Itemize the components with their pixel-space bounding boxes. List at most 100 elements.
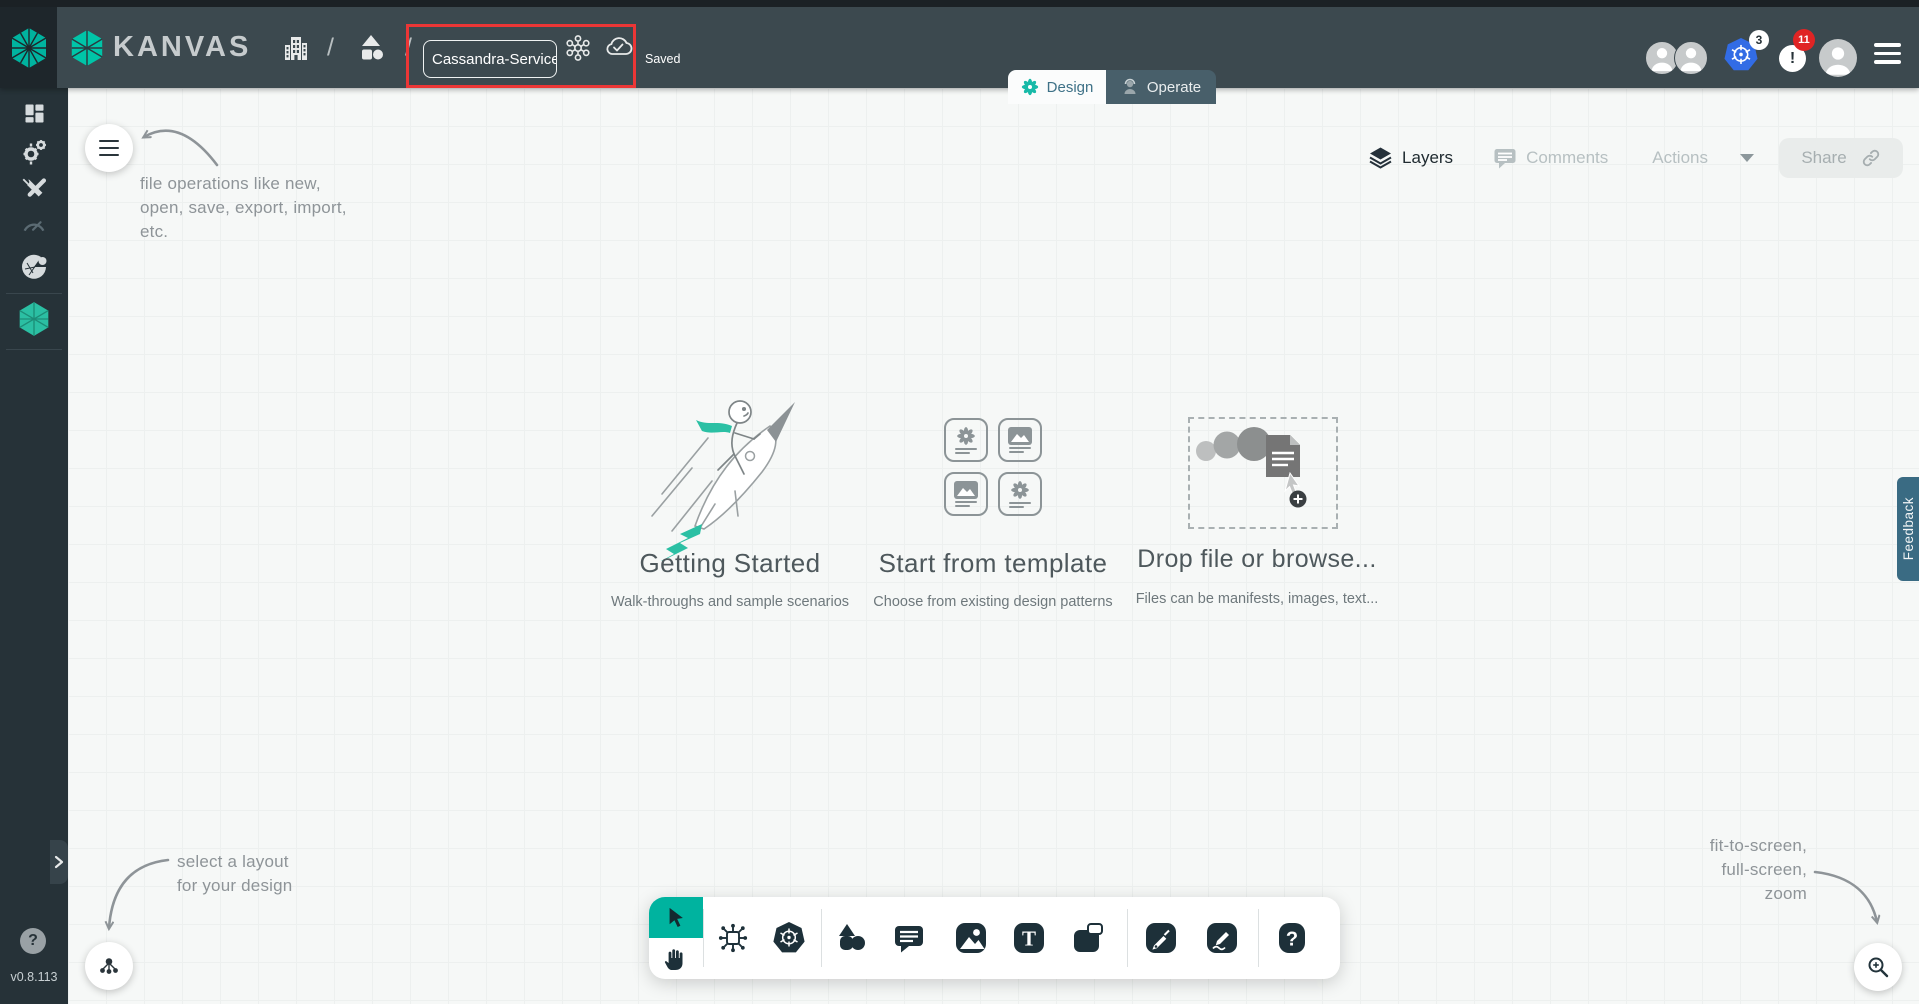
- annotation-zoom-controls: fit-to-screen, full-screen, zoom: [1709, 836, 1807, 903]
- pen-icon: [1146, 923, 1176, 953]
- component-tool[interactable]: [716, 921, 750, 955]
- drop-file-zone[interactable]: [1188, 417, 1338, 529]
- template-spiral-icon: [1011, 480, 1029, 499]
- zoom-fab[interactable]: [1854, 943, 1902, 991]
- comments-button[interactable]: Comments: [1493, 146, 1608, 170]
- link-icon: [1862, 149, 1879, 167]
- image-icon: [956, 923, 986, 953]
- shapes-icon: [839, 924, 865, 950]
- sidebar-item-lifecycle[interactable]: [0, 137, 68, 167]
- kanvas-hexagon-icon: [71, 29, 103, 66]
- image-tool[interactable]: [954, 921, 988, 955]
- layout-fab[interactable]: [85, 942, 133, 990]
- drop-file-icon: [1196, 427, 1307, 508]
- pan-tool[interactable]: [649, 938, 703, 979]
- kubernetes-context-button[interactable]: 3: [1723, 30, 1769, 77]
- saved-status: Saved: [645, 52, 681, 66]
- design-name-input[interactable]: [423, 40, 557, 78]
- comment-tool[interactable]: [892, 921, 926, 955]
- svg-text:?: ?: [1286, 929, 1298, 951]
- sidebar-item-extensions[interactable]: [0, 252, 68, 282]
- design-toolbar: T ?: [649, 897, 1340, 979]
- layers-button[interactable]: Layers: [1368, 146, 1453, 170]
- text-icon: T: [1014, 923, 1044, 953]
- workspace-icon[interactable]: [356, 33, 386, 63]
- sidebar-item-performance[interactable]: [0, 212, 68, 240]
- canvas-header-controls: Layers Comments Actions Share: [1368, 135, 1903, 181]
- comment-icon: [895, 926, 923, 953]
- text-tool[interactable]: T: [1012, 921, 1046, 955]
- comments-icon: [1494, 149, 1516, 169]
- meshery-hexagon-icon: [11, 27, 46, 68]
- header-menu-button[interactable]: [1874, 43, 1901, 64]
- drop-file-title[interactable]: Drop file or browse...: [1097, 545, 1417, 574]
- template-thumb-design-2: [998, 472, 1042, 516]
- arrow-to-menu-fab: [144, 129, 219, 167]
- left-sidebar: ? v0.8.113: [0, 88, 68, 1004]
- design-canvas[interactable]: file operations like new, open, save, ex…: [68, 88, 1919, 1004]
- freehand-tool[interactable]: [1205, 921, 1239, 955]
- feedback-label: Feedback: [1900, 497, 1916, 561]
- organization-icon[interactable]: [281, 33, 311, 63]
- chevron-right-icon: [54, 855, 64, 869]
- meshery-logo-button[interactable]: [0, 7, 57, 88]
- kanvas-brand[interactable]: KANVAS: [70, 7, 251, 88]
- version-label: v0.8.113: [10, 970, 58, 984]
- tools-icon: [22, 178, 47, 197]
- kubernetes-badge: 3: [1749, 30, 1769, 50]
- actions-dropdown[interactable]: Actions: [1652, 148, 1755, 168]
- environment-icon[interactable]: [563, 33, 593, 63]
- user-avatar[interactable]: [1819, 39, 1857, 77]
- layout-graph-icon: [100, 958, 118, 974]
- gauge-icon: [23, 221, 45, 232]
- annotation-file-operations: file operations like new, open, save, ex…: [140, 174, 347, 241]
- cloud-saved-icon[interactable]: [602, 32, 634, 64]
- notifications-button[interactable]: ! 11: [1779, 29, 1825, 81]
- share-button[interactable]: Share: [1779, 138, 1903, 178]
- template-spiral-icon: [957, 426, 975, 445]
- extensions-icon: [22, 254, 47, 279]
- component-icon: [718, 923, 748, 953]
- arrow-to-zoom-fab: [1813, 870, 1877, 922]
- zoom-in-icon: [1868, 957, 1889, 978]
- canvas-menu-fab[interactable]: [85, 124, 133, 172]
- breadcrumb-separator: /: [327, 33, 334, 61]
- layers-icon: [1369, 147, 1392, 169]
- sidebar-divider-2: [6, 349, 62, 350]
- note-tool[interactable]: [1071, 921, 1105, 955]
- sidebar-item-kanvas-active[interactable]: [0, 301, 68, 337]
- comments-label: Comments: [1526, 148, 1609, 167]
- kubernetes-wheel-icon: [773, 922, 805, 953]
- getting-started-illustration[interactable]: [640, 376, 825, 561]
- sidebar-expand-handle[interactable]: [50, 840, 68, 884]
- layers-label: Layers: [1402, 148, 1454, 167]
- start-from-template-card[interactable]: [944, 418, 1042, 516]
- template-image-icon: [1008, 426, 1032, 445]
- cursor-icon: [669, 907, 683, 927]
- kubernetes-tool[interactable]: [772, 921, 806, 955]
- app-header: KANVAS / / Cassandra-Service Saved 3 ! 1…: [0, 7, 1919, 88]
- template-thumb-image-2: [944, 472, 988, 516]
- tab-operate[interactable]: Operate: [1106, 70, 1216, 104]
- sidebar-item-configuration[interactable]: [0, 176, 68, 204]
- pen-tool[interactable]: [1144, 921, 1178, 955]
- actions-label: Actions: [1652, 148, 1708, 167]
- brand-wordmark: KANVAS: [113, 31, 252, 63]
- feedback-button[interactable]: Feedback: [1897, 477, 1919, 581]
- question-icon: ?: [1279, 923, 1305, 953]
- sidebar-item-dashboard[interactable]: [0, 100, 68, 127]
- design-spiral-icon: [1021, 78, 1038, 96]
- select-tool-active[interactable]: [649, 897, 703, 938]
- sidebar-divider: [6, 293, 62, 294]
- mode-tabs: Design Operate: [1008, 70, 1216, 104]
- shapes-tool[interactable]: [834, 921, 868, 955]
- arrow-to-layout-fab: [109, 858, 170, 928]
- svg-text:T: T: [1022, 927, 1036, 951]
- kanvas-active-icon: [19, 302, 49, 336]
- tab-design[interactable]: Design: [1008, 70, 1106, 104]
- template-image-icon: [954, 480, 978, 499]
- collaborator-avatar-2[interactable]: [1674, 41, 1708, 75]
- help-button[interactable]: ?: [20, 928, 46, 954]
- window-top-strip: [0, 0, 1919, 7]
- toolbar-help-tool[interactable]: ?: [1275, 921, 1309, 955]
